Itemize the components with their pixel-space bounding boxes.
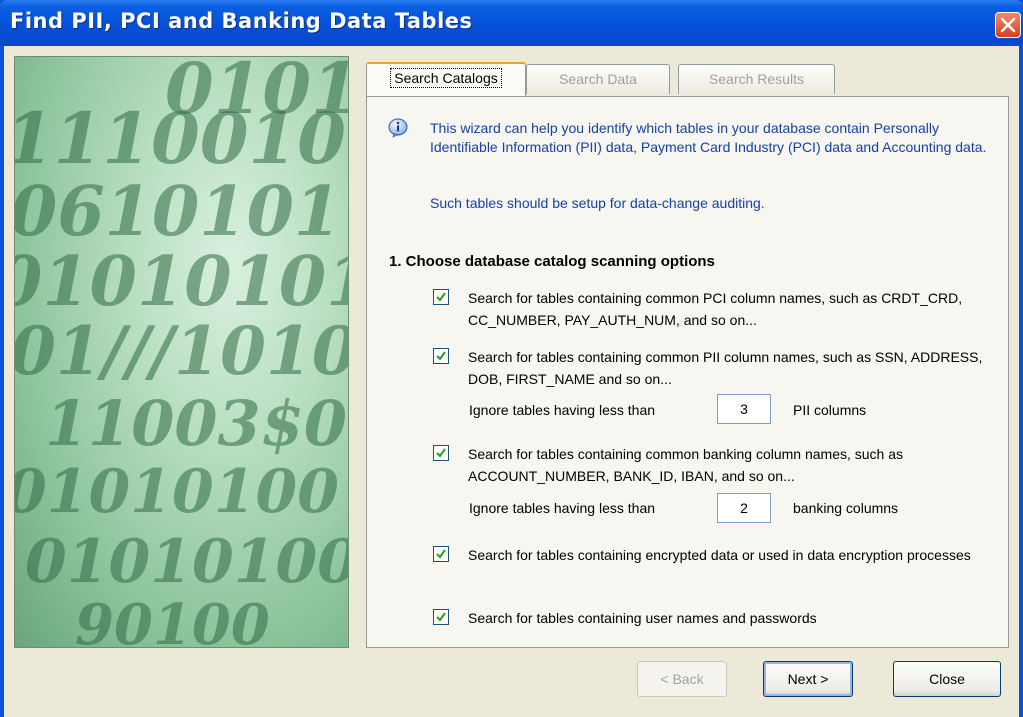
option-label: Search for tables containing user names …: [468, 610, 817, 626]
info-icon: [388, 118, 408, 138]
pii-threshold-suffix: PII columns: [793, 402, 867, 418]
binary-text: 90100: [75, 592, 270, 648]
back-button[interactable]: < Back: [637, 661, 727, 697]
credentials-checkbox[interactable]: [433, 609, 449, 625]
option-label: Search for tables containing encrypted d…: [468, 547, 971, 563]
window-title: Find PII, PCI and Banking Data Tables: [10, 9, 473, 33]
binary-text: 11100100: [14, 97, 348, 180]
banking-checkbox[interactable]: [433, 445, 449, 461]
binary-text: 11003$00: [45, 387, 348, 460]
section-title: 1. Choose database catalog scanning opti…: [389, 253, 715, 270]
checkmark-icon: [436, 351, 446, 361]
info-description: This wizard can help you identify which …: [430, 120, 987, 155]
title-bar[interactable]: Find PII, PCI and Banking Data Tables: [0, 0, 1023, 46]
pii-threshold-prefix: Ignore tables having less than: [469, 402, 656, 418]
checkmark-icon: [436, 292, 446, 302]
pii-checkbox[interactable]: [433, 348, 449, 364]
checkmark-icon: [436, 549, 446, 559]
banking-threshold-prefix: Ignore tables having less than: [469, 500, 656, 516]
tab-search-data[interactable]: Search Data: [526, 64, 670, 94]
tab-search-results[interactable]: Search Results: [678, 64, 835, 94]
option-label: Search for tables containing common PCI …: [468, 290, 963, 328]
banking-threshold-input[interactable]: 2: [717, 493, 771, 523]
close-window-button[interactable]: [995, 12, 1021, 38]
banking-threshold-suffix: banking columns: [793, 500, 899, 516]
pci-checkbox[interactable]: [433, 289, 449, 305]
info-note: Such tables should be setup for data-cha…: [430, 195, 765, 211]
checkmark-icon: [436, 612, 446, 622]
tab-label: Search Data: [559, 71, 637, 87]
option-label: Search for tables containing common bank…: [468, 446, 904, 484]
encrypted-checkbox[interactable]: [433, 546, 449, 562]
tab-label: Search Catalogs: [390, 68, 502, 88]
wizard-side-image: 0101010 11100100 0610101 01010101 01///1…: [14, 56, 349, 648]
close-button[interactable]: Close: [893, 661, 1001, 697]
binary-text: 01010100: [25, 527, 349, 597]
binary-text: 01010101: [15, 242, 348, 322]
tab-label: Search Results: [709, 71, 804, 87]
close-icon: [1000, 17, 1016, 33]
pii-threshold-input[interactable]: 3: [717, 394, 771, 424]
checkmark-icon: [436, 448, 446, 458]
option-label: Search for tables containing common PII …: [468, 349, 983, 387]
binary-text: 01010100: [14, 457, 339, 527]
tab-search-catalogs[interactable]: Search Catalogs: [366, 62, 526, 97]
next-button[interactable]: Next >: [763, 661, 853, 697]
binary-text: 0610101: [14, 172, 342, 252]
binary-text: 01///1010: [14, 312, 349, 390]
